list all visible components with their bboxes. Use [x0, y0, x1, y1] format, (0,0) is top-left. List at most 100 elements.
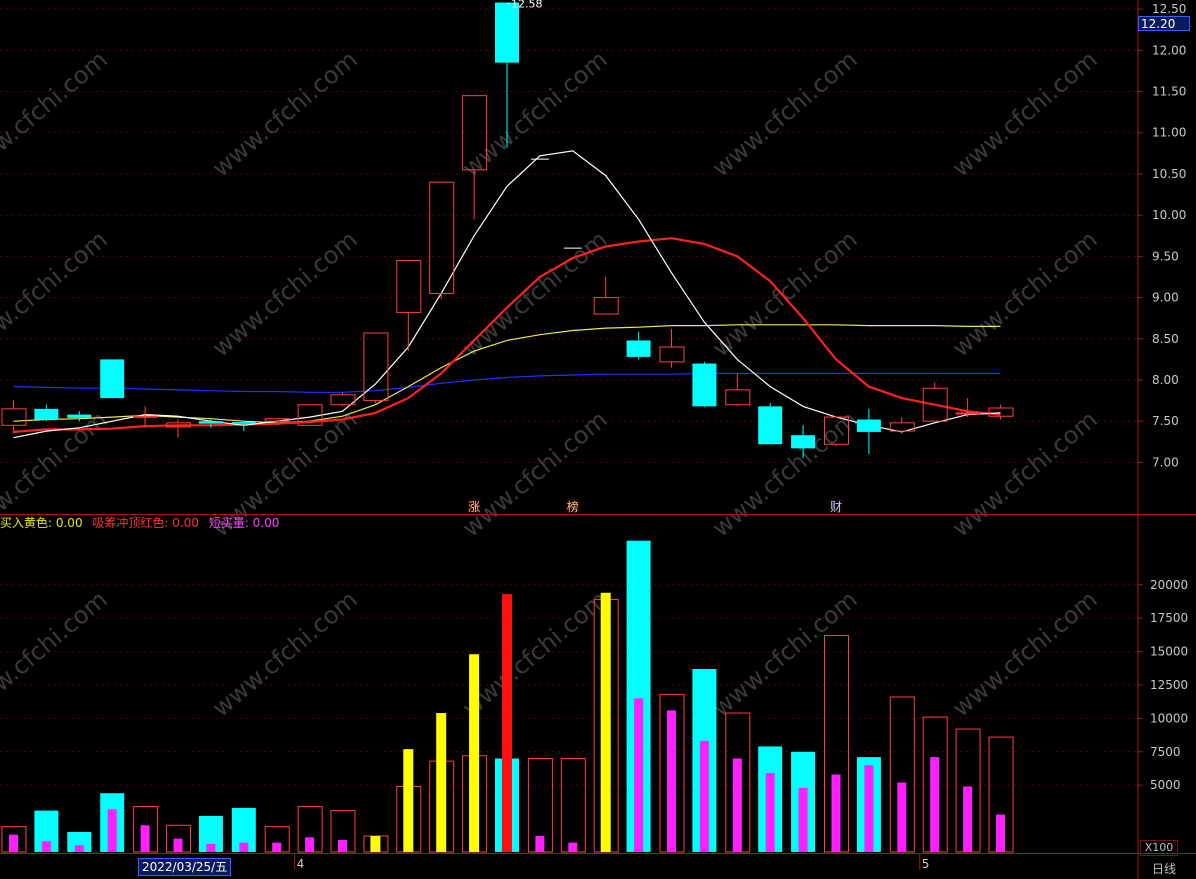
volume-axis: 5000 7500 10000 12500 15000 17500 20000 — [1138, 578, 1188, 792]
event-marker-label: 财 — [830, 500, 842, 514]
candle-body — [758, 406, 783, 445]
candle — [396, 259, 422, 352]
price-tick-label: 8.00 — [1152, 373, 1179, 387]
watermark-text: www.cfchi.com — [457, 45, 613, 182]
price-tick-label: 10.50 — [1152, 167, 1186, 181]
candle — [758, 403, 783, 445]
watermark-text: www.cfchi.com — [947, 225, 1103, 362]
watermark-text: www.cfchi.com — [457, 225, 613, 362]
candle — [659, 328, 685, 368]
short-buy-bar — [173, 838, 183, 852]
period-label[interactable]: 日线 — [1152, 860, 1176, 877]
candle-body — [198, 421, 223, 424]
short-buy-bar — [338, 839, 347, 852]
candle — [626, 332, 651, 360]
candle — [922, 382, 948, 422]
candle-body — [955, 412, 981, 415]
moving-average-lines — [13, 150, 1001, 439]
candle — [330, 392, 356, 407]
watermark-text: www.cfchi.com — [947, 405, 1103, 542]
short-buy-bar — [272, 842, 282, 852]
event-marker-label: 涨 — [468, 499, 480, 514]
watermark-text: www.cfchi.com — [0, 45, 113, 182]
short-buy-bar — [140, 825, 150, 852]
watermark-text: www.cfchi.com — [0, 585, 113, 722]
candle-body — [692, 363, 717, 407]
volume-scale-unit: X100 — [1140, 840, 1178, 856]
watermark-text: www.cfchi.com — [207, 45, 363, 182]
short-buy-bar — [239, 842, 249, 852]
price-tick-label: 7.00 — [1152, 455, 1179, 469]
event-marker-label: 榜 — [567, 499, 579, 514]
short-buy-bar — [206, 843, 216, 852]
price-tick-label: 11.50 — [1152, 85, 1186, 99]
watermark-text: www.cfchi.com — [707, 405, 863, 542]
volume-tick-label: 20000 — [1150, 578, 1188, 592]
signal-bar-top-red — [502, 594, 512, 852]
legend-top-red: 吸筹冲顶红色: 0.00 — [92, 516, 199, 530]
short-buy-bar — [765, 773, 775, 852]
legend-short-buy: 短买量: 0.00 — [208, 516, 280, 530]
price-tick-label: 9.00 — [1152, 291, 1179, 305]
watermark-text: www.cfchi.com — [707, 45, 863, 182]
short-buy-bar — [831, 774, 841, 852]
watermark-text: www.cfchi.com — [0, 225, 113, 362]
volume-tick-label: 15000 — [1150, 645, 1188, 659]
candle — [1, 400, 27, 434]
price-tick-label: 12.50 — [1152, 2, 1186, 16]
candle-body — [495, 2, 519, 63]
candle-body — [593, 297, 619, 315]
candle-body — [659, 346, 685, 363]
watermark-text: www.cfchi.com — [457, 405, 613, 542]
candlestick-series[interactable] — [1, 2, 1014, 459]
cursor-date: 2022/03/25/五 — [138, 858, 232, 876]
short-buy-bar — [798, 787, 808, 852]
short-buy-bar — [930, 757, 940, 852]
candle — [889, 417, 915, 434]
ma5-line — [13, 150, 1001, 439]
candle-body — [133, 415, 159, 418]
candle — [988, 404, 1014, 420]
candle — [429, 181, 455, 300]
short-buy-bar — [699, 741, 709, 852]
price-tick-label: 7.50 — [1152, 414, 1179, 428]
candle-body — [67, 414, 92, 418]
signal-bar-buy-yellow — [600, 592, 611, 852]
short-buy-bar — [9, 834, 18, 852]
watermark-layer: www.cfchi.com www.cfchi.com www.cfchi.com w… — [0, 45, 1103, 722]
short-buy-bar — [864, 765, 874, 852]
candle-body — [988, 407, 1014, 417]
short-buy-bar — [996, 814, 1005, 852]
candle — [166, 419, 191, 438]
watermark-text: www.cfchi.com — [947, 585, 1103, 722]
indicator-legend: 买入黄色: 0.00 吸筹冲顶红色: 0.00 短买量: 0.00 — [0, 514, 285, 530]
candle — [34, 404, 59, 422]
price-tick-label: 10.00 — [1152, 208, 1186, 222]
volume-tick-label: 7500 — [1150, 745, 1181, 759]
candle-body — [100, 359, 125, 399]
volume-bars[interactable] — [1, 540, 1014, 853]
candle-body — [396, 259, 422, 313]
short-buy-bar — [634, 698, 644, 852]
current-price-tag: 12.20 — [1138, 16, 1190, 31]
month-marker-label: 4 — [297, 857, 305, 871]
short-buy-bar — [107, 809, 117, 852]
price-tick-label: 11.00 — [1152, 126, 1186, 140]
volume-bar — [560, 757, 586, 853]
candle — [133, 406, 159, 428]
candle — [593, 276, 619, 315]
signal-bar-buy-yellow — [436, 713, 447, 852]
signal-bar-buy-yellow — [370, 835, 381, 852]
short-buy-bar — [305, 837, 315, 852]
watermark-text: www.cfchi.com — [947, 45, 1103, 182]
candle — [955, 398, 981, 418]
short-buy-bar — [535, 835, 545, 852]
month-marker-label: 5 — [922, 857, 930, 871]
kline-chart[interactable]: www.cfchi.com www.cfchi.com www.cfchi.com w… — [0, 0, 1196, 879]
volume-tick-label: 10000 — [1150, 711, 1188, 725]
price-tick-label: 12.00 — [1152, 43, 1186, 57]
candle-body — [231, 422, 256, 424]
candle-body — [856, 419, 881, 432]
candle-body — [1, 408, 27, 426]
volume-tick-label: 5000 — [1150, 778, 1181, 792]
